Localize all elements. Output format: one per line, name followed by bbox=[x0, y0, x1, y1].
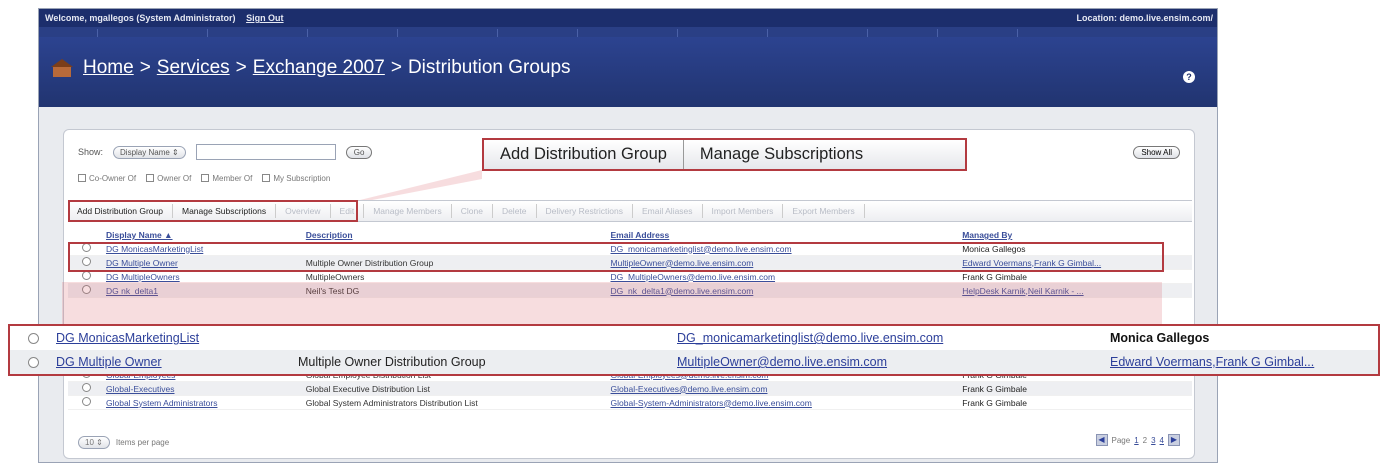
manage-members-button[interactable]: Manage Members bbox=[364, 204, 452, 218]
group-email-link[interactable]: DG_MultipleOwners@demo.live.ensim.com bbox=[611, 272, 963, 282]
checkbox-label: My Subscription bbox=[273, 174, 331, 183]
field-select[interactable]: Display Name ⇕ bbox=[113, 145, 186, 159]
group-managed-by: Frank G Gimbale bbox=[962, 383, 1027, 394]
checkbox-member[interactable]: Member Of bbox=[201, 174, 252, 183]
group-description: Global System Administrators Distributio… bbox=[305, 397, 478, 408]
header-description[interactable]: Description bbox=[306, 230, 611, 240]
header-display-name[interactable]: Display Name ▲ bbox=[106, 230, 306, 240]
group-managed-by: Frank G Gimbale bbox=[962, 271, 1027, 282]
table-row[interactable]: Global System Administrators Global Syst… bbox=[68, 396, 1192, 410]
help-icon[interactable]: ? bbox=[1183, 71, 1195, 83]
search-input[interactable] bbox=[195, 144, 336, 160]
table-row[interactable]: Global-Executives Global Executive Distr… bbox=[68, 382, 1192, 396]
table-row[interactable]: DG MultipleOwners MultipleOwners DG_Mult… bbox=[68, 270, 1192, 284]
breadcrumb-separator: > bbox=[390, 57, 402, 78]
row-radio-cell[interactable] bbox=[68, 397, 106, 408]
table-header: Display Name ▲ Description Email Address… bbox=[68, 228, 1192, 242]
checkbox-icon[interactable] bbox=[201, 174, 210, 182]
group-description: Global Executive Distribution List bbox=[305, 383, 431, 394]
row-radio-cell[interactable] bbox=[68, 271, 106, 282]
filter-row: Show: Display Name ⇕ Go bbox=[78, 144, 373, 160]
checkbox-co-owner[interactable]: Co-Owner Of bbox=[78, 174, 136, 183]
zoomed-group-managed-by: Monica Gallegos bbox=[1110, 331, 1210, 345]
header-email[interactable]: Email Address bbox=[611, 230, 963, 240]
row-radio[interactable] bbox=[82, 383, 91, 392]
checkbox-icon[interactable] bbox=[78, 174, 86, 182]
breadcrumb-exchange[interactable]: Exchange 2007 bbox=[253, 57, 385, 79]
page-label: Page bbox=[1111, 435, 1131, 445]
header-managed-by[interactable]: Managed By bbox=[962, 230, 1192, 240]
location-text: Location: demo.live.ensim.com/ bbox=[1076, 13, 1213, 23]
delivery-restrictions-button[interactable]: Delivery Restrictions bbox=[537, 204, 633, 218]
checkbox-icon[interactable] bbox=[262, 174, 271, 182]
field-select-value: Display Name bbox=[120, 147, 170, 157]
export-members-button[interactable]: Export Members bbox=[783, 204, 865, 218]
zoomed-table-row[interactable]: DG Multiple Owner Multiple Owner Distrib… bbox=[10, 350, 1378, 374]
group-email-link[interactable]: Global-System-Administrators@demo.live.e… bbox=[611, 398, 963, 408]
zoomed-group-name-link[interactable]: DG Multiple Owner bbox=[56, 355, 162, 369]
prev-page-icon[interactable]: ◀ bbox=[1095, 434, 1108, 446]
table-footer: 10 ⇕ Items per page ◀ Page 1 2 3 4 ▶ bbox=[78, 434, 1180, 450]
checkbox-icon[interactable] bbox=[146, 174, 155, 182]
per-page-label: Items per page bbox=[115, 437, 170, 447]
app-window: Welcome, mgallegos (System Administrator… bbox=[38, 8, 1218, 463]
row-radio[interactable] bbox=[82, 271, 91, 280]
row-radio-cell[interactable] bbox=[68, 383, 106, 394]
filter-checkboxes: Co-Owner Of Owner Of Member Of My Subscr… bbox=[78, 174, 330, 183]
page-link[interactable]: 3 bbox=[1151, 436, 1155, 445]
page-title: Distribution Groups bbox=[407, 57, 571, 78]
rows-highlight bbox=[68, 242, 1164, 272]
welcome-text: Welcome, mgallegos (System Administrator… bbox=[45, 13, 284, 23]
group-description: MultipleOwners bbox=[305, 271, 365, 282]
zoomed-add-distribution-group-button[interactable]: Add Distribution Group bbox=[484, 140, 683, 169]
top-bar: Welcome, mgallegos (System Administrator… bbox=[39, 9, 1217, 27]
checkbox-subscription[interactable]: My Subscription bbox=[262, 174, 330, 183]
home-icon bbox=[51, 59, 73, 77]
page-link[interactable]: 4 bbox=[1160, 436, 1164, 445]
per-page-select[interactable]: 10 ⇕ bbox=[78, 435, 110, 449]
breadcrumb-separator: > bbox=[139, 57, 151, 78]
breadcrumb-separator: > bbox=[235, 57, 247, 78]
delete-button[interactable]: Delete bbox=[493, 204, 537, 218]
checkbox-label: Member Of bbox=[212, 174, 253, 183]
zoomed-rows-callout: DG MonicasMarketingList DG_monicamarketi… bbox=[8, 324, 1380, 376]
zoomed-toolbar-callout: Add Distribution Group Manage Subscripti… bbox=[482, 138, 967, 171]
sign-out-link[interactable]: Sign Out bbox=[246, 13, 284, 23]
show-all-button[interactable]: Show All bbox=[1133, 146, 1180, 159]
checkbox-label: Owner Of bbox=[157, 174, 192, 183]
clone-button[interactable]: Clone bbox=[452, 204, 493, 218]
checkbox-owner[interactable]: Owner Of bbox=[146, 174, 191, 183]
zoomed-group-managed-by-link[interactable]: Edward Voermans,Frank G Gimbal... bbox=[1110, 355, 1314, 369]
zoomed-table-row[interactable]: DG MonicasMarketingList DG_monicamarketi… bbox=[10, 326, 1378, 350]
zoomed-group-email-link[interactable]: DG_monicamarketinglist@demo.live.ensim.c… bbox=[677, 331, 943, 345]
callout-connector-rows bbox=[62, 282, 1162, 324]
checkbox-label: Co-Owner Of bbox=[89, 174, 137, 183]
pagination: ◀ Page 1 2 3 4 ▶ bbox=[1095, 434, 1180, 446]
breadcrumb-home[interactable]: Home bbox=[83, 57, 134, 79]
row-radio[interactable] bbox=[82, 397, 91, 406]
zoomed-group-description: Multiple Owner Distribution Group bbox=[298, 355, 486, 369]
group-name-link[interactable]: DG MultipleOwners bbox=[106, 272, 306, 282]
welcome-label: Welcome, mgallegos (System Administrator… bbox=[45, 13, 236, 23]
go-button[interactable]: Go bbox=[345, 145, 373, 159]
zoomed-group-email-link[interactable]: MultipleOwner@demo.live.ensim.com bbox=[677, 355, 887, 369]
per-page-value: 10 bbox=[85, 437, 94, 447]
group-name-link[interactable]: Global-Executives bbox=[106, 384, 306, 394]
breadcrumb: Home > Services > Exchange 2007 > Distri… bbox=[51, 57, 571, 79]
zoomed-manage-subscriptions-button[interactable]: Manage Subscriptions bbox=[682, 140, 879, 169]
import-members-button[interactable]: Import Members bbox=[703, 204, 784, 218]
zoomed-row-radio[interactable] bbox=[28, 356, 39, 368]
show-label: Show: bbox=[78, 147, 104, 157]
group-name-link[interactable]: Global System Administrators bbox=[106, 398, 306, 408]
page-current: 2 bbox=[1142, 435, 1148, 445]
zoomed-group-name-link[interactable]: DG MonicasMarketingList bbox=[56, 331, 199, 345]
group-managed-by: Frank G Gimbale bbox=[962, 397, 1027, 408]
toolbar-highlight bbox=[68, 200, 358, 222]
page-link[interactable]: 1 bbox=[1134, 436, 1138, 445]
breadcrumb-services[interactable]: Services bbox=[157, 57, 230, 79]
group-email-link[interactable]: Global-Executives@demo.live.ensim.com bbox=[611, 384, 963, 394]
zoomed-row-radio[interactable] bbox=[28, 332, 39, 344]
email-aliases-button[interactable]: Email Aliases bbox=[633, 204, 703, 218]
next-page-icon[interactable]: ▶ bbox=[1168, 434, 1180, 446]
